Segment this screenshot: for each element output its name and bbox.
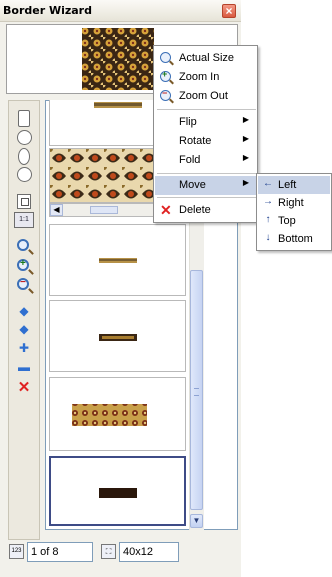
arrow-right-icon: → <box>263 196 273 207</box>
frame-shape-icon[interactable] <box>17 194 31 209</box>
list-item[interactable] <box>49 224 186 296</box>
list-item[interactable] <box>49 377 186 451</box>
menu-item-label: Rotate <box>179 135 212 147</box>
menu-item-label: Flip <box>179 116 197 128</box>
menu-item-fold[interactable]: Fold ▶ <box>155 151 256 170</box>
arrow-up-icon: ↑ <box>265 214 271 225</box>
menu-item-actual-size[interactable]: Actual Size <box>155 49 256 68</box>
oval-shape-icon[interactable] <box>18 148 30 165</box>
menu-item-label: Fold <box>179 154 201 166</box>
page-number-icon: 123 <box>9 544 24 559</box>
border-thumbnail-image <box>72 404 147 426</box>
rectangle-shape-icon[interactable] <box>18 110 30 127</box>
list-item[interactable] <box>49 300 186 372</box>
border-thumbnail-image <box>99 258 137 263</box>
submenu-item-right[interactable]: → Right <box>258 194 330 212</box>
scrollbar-grip-icon <box>194 388 199 396</box>
tools-toolbar: 1:1 ◆ ◆ ✚ ▬ ✕ <box>8 100 40 540</box>
menu-item-rotate[interactable]: Rotate ▶ <box>155 132 256 151</box>
delete-icon[interactable]: ✕ <box>16 380 32 396</box>
submenu-item-bottom[interactable]: ↓ Bottom <box>258 230 330 248</box>
context-menu: Actual Size Zoom In Zoom Out Flip ▶ Rota… <box>153 45 258 223</box>
close-icon: × <box>225 4 233 18</box>
menu-separator <box>157 109 256 110</box>
submenu-arrow-icon: ▶ <box>242 178 249 187</box>
border-thumbnail-image <box>99 334 137 341</box>
submenu-item-label: Left <box>278 179 297 191</box>
chevron-down-icon: ▼ <box>192 516 201 525</box>
menu-separator <box>157 197 256 198</box>
submenu-item-label: Right <box>278 197 304 209</box>
move-down-icon[interactable]: ▬ <box>16 360 32 374</box>
move-left-icon[interactable]: ◆ <box>16 304 32 318</box>
menu-item-label: Actual Size <box>179 52 235 64</box>
zoom-in-icon[interactable] <box>17 258 29 271</box>
submenu-item-label: Bottom <box>278 233 313 245</box>
menu-separator <box>157 173 256 174</box>
submenu-item-top[interactable]: ↑ Top <box>258 212 330 230</box>
actual-size-icon <box>160 52 171 63</box>
zoom-out-icon[interactable] <box>17 277 29 290</box>
arrow-down-icon: ↓ <box>265 232 271 243</box>
submenu-arrow-icon: ▶ <box>242 134 249 143</box>
size-icon: ⛶ <box>101 544 116 559</box>
submenu-item-label: Top <box>278 215 296 227</box>
scroll-left-button[interactable]: ◀ <box>50 204 63 216</box>
title-bar[interactable]: Border Wizard × <box>0 0 241 22</box>
zoom-out-icon <box>160 88 171 101</box>
delete-icon: ✕ <box>160 202 172 218</box>
size-field: 40x12 <box>119 542 179 562</box>
submenu-arrow-icon: ▶ <box>242 153 249 162</box>
border-thumbnail-image <box>99 488 137 498</box>
submenu-item-left[interactable]: ← Left <box>258 176 330 194</box>
chevron-left-icon: ◀ <box>53 205 60 214</box>
circle-shape-icon[interactable] <box>17 130 32 145</box>
menu-item-flip[interactable]: Flip ▶ <box>155 113 256 132</box>
scroll-down-button[interactable]: ▼ <box>190 514 203 528</box>
round-shape-icon[interactable] <box>17 167 32 182</box>
hscroll-thumb[interactable] <box>90 206 118 214</box>
zoom-in-icon <box>160 69 171 82</box>
window-title: Border Wizard <box>3 4 92 17</box>
menu-item-label: Zoom Out <box>179 90 228 102</box>
submenu-arrow-icon: ▶ <box>242 115 249 124</box>
page-indicator: 1 of 8 <box>27 542 93 562</box>
actual-size-ratio-icon[interactable]: 1:1 <box>14 212 34 228</box>
move-submenu: ← Left → Right ↑ Top ↓ Bottom <box>256 173 332 251</box>
arrow-left-icon: ← <box>263 178 273 189</box>
menu-item-label: Zoom In <box>179 71 220 83</box>
menu-item-delete[interactable]: ✕ Delete <box>155 201 256 220</box>
menu-item-label: Move <box>179 179 206 191</box>
menu-item-zoom-in[interactable]: Zoom In <box>155 68 256 87</box>
move-right-icon[interactable]: ◆ <box>16 322 32 336</box>
move-up-icon[interactable]: ✚ <box>16 341 32 355</box>
menu-item-move[interactable]: Move ▶ <box>155 176 256 195</box>
magnifier-icon[interactable] <box>17 239 29 251</box>
menu-item-label: Delete <box>179 204 211 216</box>
close-button[interactable]: × <box>222 4 236 18</box>
list-item-selected[interactable] <box>49 456 186 526</box>
menu-item-zoom-out[interactable]: Zoom Out <box>155 87 256 106</box>
